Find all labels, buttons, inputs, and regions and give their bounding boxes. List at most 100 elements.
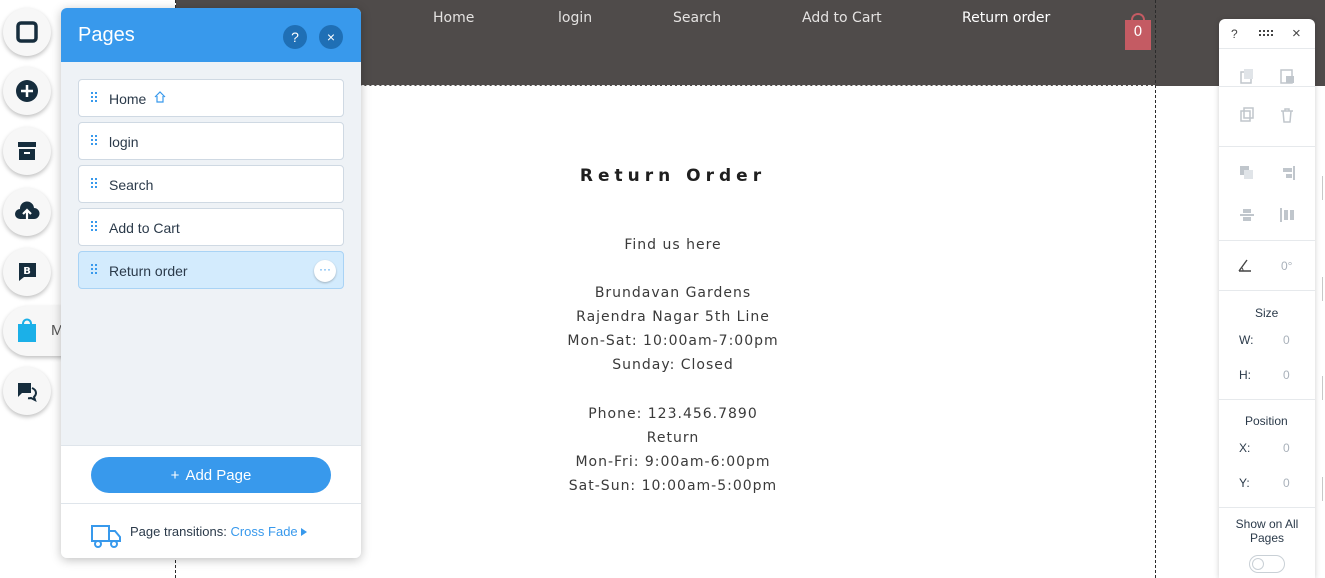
caret-right-icon (301, 528, 308, 536)
page-item-label: Return order (109, 263, 188, 279)
toolbar-divider (1219, 86, 1315, 87)
drag-handle-icon[interactable] (91, 178, 99, 190)
find-us-text: Find us here (624, 237, 722, 253)
toolbar-top-bar: ? × (1219, 19, 1315, 49)
ruler-tick (1322, 477, 1324, 501)
footer-divider (61, 503, 361, 504)
cloud-upload-icon (15, 201, 40, 220)
y-value[interactable]: 0 (1283, 476, 1290, 490)
show-on-all-pages-label: Show on All Pages (1235, 517, 1299, 545)
x-value[interactable]: 0 (1283, 441, 1290, 455)
hours-line-1: Mon-Sat: 10:00am-7:00pm (567, 333, 779, 349)
add-elements-button[interactable] (3, 67, 51, 115)
page-item-label: Search (109, 177, 154, 193)
rotate-icon[interactable] (1237, 257, 1253, 273)
height-label: H: (1239, 368, 1251, 382)
show-on-all-pages-toggle[interactable] (1249, 555, 1285, 573)
trash-icon[interactable] (1279, 107, 1295, 123)
return-text: Return (646, 430, 700, 446)
ruler-tick (1322, 376, 1324, 400)
plus-icon: + (170, 466, 180, 484)
site-nav-add-to-cart[interactable]: Add to Cart (802, 10, 882, 26)
address-line-1: Brundavan Gardens (594, 285, 752, 301)
distribute-icon[interactable] (1239, 207, 1255, 223)
cart-count: 0 (1133, 24, 1143, 40)
position-label: Position (1245, 414, 1288, 428)
drag-handle-icon[interactable] (91, 221, 99, 233)
page-transitions-label: Page transitions: (130, 524, 227, 539)
width-label: W: (1239, 333, 1254, 347)
toolbar-divider (1219, 240, 1315, 241)
help-button[interactable]: ? (283, 25, 307, 49)
site-nav-return-order[interactable]: Return order (962, 10, 1050, 26)
cart-icon[interactable]: 0 (1122, 10, 1154, 52)
pages-panel-title: Pages (78, 24, 135, 46)
arrange-icon[interactable] (1239, 165, 1255, 181)
pages-menu-button[interactable] (3, 8, 51, 56)
match-size-icon[interactable] (1279, 207, 1295, 223)
contact-text-block[interactable]: Find us here Brundavan Gardens Rajendra … (530, 233, 816, 498)
height-value[interactable]: 0 (1283, 368, 1290, 382)
pages-panel-footer: + Add Page Page transitions: Cross Fade (61, 445, 361, 558)
svg-text:B: B (23, 266, 31, 277)
rotation-value[interactable]: 0° (1281, 259, 1292, 273)
width-value[interactable]: 0 (1283, 333, 1290, 347)
ruler-tick (1322, 277, 1324, 301)
pages-icon (16, 21, 38, 43)
upload-button[interactable] (3, 188, 51, 236)
copy-icon[interactable] (1239, 68, 1255, 84)
blog-button[interactable]: B (3, 248, 51, 296)
align-right-icon[interactable] (1279, 165, 1295, 181)
page-item-search[interactable]: Search (78, 165, 344, 203)
pages-panel-header: Pages ? × (61, 8, 361, 62)
shopping-bag-icon (18, 318, 36, 342)
element-toolbar: ? × 0° Size W: 0 H: 0 Position X: 0 Y: 0… (1219, 19, 1315, 578)
toolbar-help-button[interactable]: ? (1231, 27, 1238, 41)
page-settings-button[interactable]: ··· (314, 260, 336, 282)
page-transitions[interactable]: Page transitions: Cross Fade (130, 524, 308, 539)
return-hours-line-2: Sat-Sun: 10:00am-5:00pm (568, 478, 778, 494)
duplicate-icon[interactable] (1239, 107, 1255, 123)
toolbar-close-button[interactable]: × (1292, 25, 1301, 42)
drag-handle-icon[interactable] (91, 264, 99, 276)
store-icon (18, 142, 36, 160)
return-hours-line-1: Mon-Fri: 9:00am-6:00pm (575, 454, 771, 470)
hours-line-2: Sunday: Closed (612, 357, 734, 373)
site-nav-search[interactable]: Search (673, 10, 721, 26)
close-button[interactable]: × (319, 25, 343, 49)
x-label: X: (1239, 441, 1251, 455)
chat-button[interactable] (3, 367, 51, 415)
chat-icon (17, 383, 38, 402)
phone-text: Phone: 123.456.7890 (588, 406, 758, 422)
page-item-label: Add to Cart (109, 220, 180, 236)
truck-icon (91, 525, 121, 548)
drag-handle-icon[interactable] (91, 135, 99, 147)
page-transitions-value[interactable]: Cross Fade (230, 524, 297, 539)
site-nav-home[interactable]: Home (433, 10, 474, 26)
page-item-label: Home (109, 91, 147, 107)
pages-panel: Pages ? × Home login Search Add to Cart … (61, 8, 361, 558)
size-label: Size (1255, 306, 1279, 320)
add-page-label: Add Page (185, 466, 252, 484)
page-item-add-to-cart[interactable]: Add to Cart (78, 208, 344, 246)
drag-handle-icon[interactable] (91, 92, 99, 104)
page-item-return-order[interactable]: Return order ··· (78, 251, 344, 289)
plus-icon (16, 80, 38, 102)
page-item-home[interactable]: Home (78, 79, 344, 117)
app-market-button[interactable] (3, 127, 51, 175)
blog-icon: B (18, 263, 36, 281)
y-label: Y: (1239, 476, 1250, 490)
right-guide-line (1155, 0, 1156, 578)
site-nav-login[interactable]: login (558, 10, 592, 26)
page-item-label: login (109, 134, 139, 150)
add-page-button[interactable]: + Add Page (91, 457, 331, 493)
drag-handle-icon[interactable] (1259, 30, 1275, 38)
paste-icon[interactable] (1279, 68, 1295, 84)
toggle-knob (1252, 558, 1264, 570)
toolbar-divider (1219, 507, 1315, 508)
page-item-login[interactable]: login (78, 122, 344, 160)
home-icon (154, 91, 166, 103)
page-heading[interactable]: Return Order (530, 166, 816, 186)
toolbar-divider (1219, 399, 1315, 400)
address-line-2: Rajendra Nagar 5th Line (576, 309, 770, 325)
